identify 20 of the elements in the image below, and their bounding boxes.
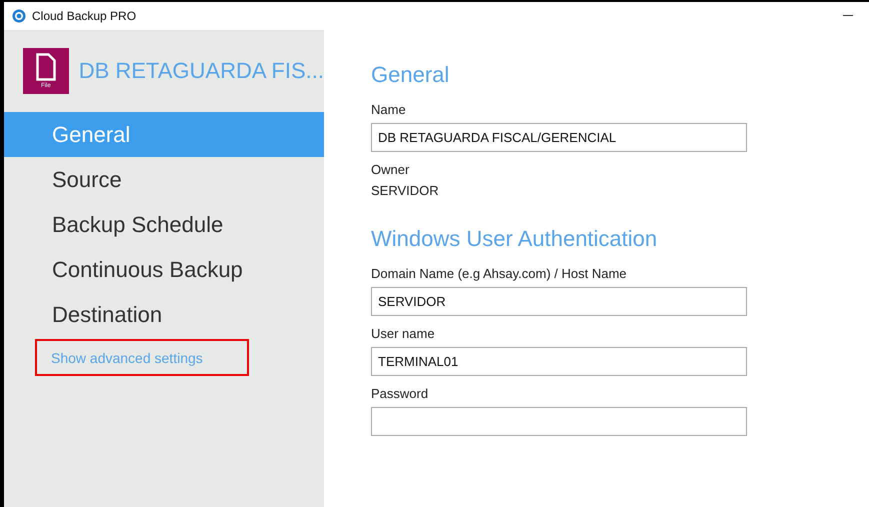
field-label: Password — [371, 386, 430, 401]
sidebar-item[interactable]: Continuous Backup — [4, 247, 324, 292]
field-label: Name — [371, 102, 407, 117]
input-field[interactable] — [371, 407, 747, 436]
section-heading: Windows User Authentication — [371, 226, 658, 252]
field-label: Domain Name (e.g Ahsay.com) / Host Name — [371, 266, 628, 281]
field-label: User name — [371, 326, 436, 341]
app-logo-icon — [12, 9, 26, 23]
sidebar-item[interactable]: Destination — [4, 292, 324, 337]
sidebar-item[interactable]: Source — [4, 157, 324, 202]
section-heading: General — [371, 62, 450, 88]
input-field[interactable]: TERMINAL01 — [371, 347, 747, 376]
backup-set-name: DB RETAGUARDA FIS... — [78, 58, 324, 84]
field-value: SERVIDOR — [371, 183, 440, 198]
input-field[interactable]: DB RETAGUARDA FISCAL/GERENCIAL — [371, 123, 747, 152]
input-field[interactable]: SERVIDOR — [371, 287, 747, 316]
window-title: Cloud Backup PRO — [32, 9, 136, 23]
minimize-icon[interactable] — [843, 14, 853, 16]
field-label: Owner — [371, 162, 410, 177]
sidebar-item[interactable]: Backup Schedule — [4, 202, 324, 247]
